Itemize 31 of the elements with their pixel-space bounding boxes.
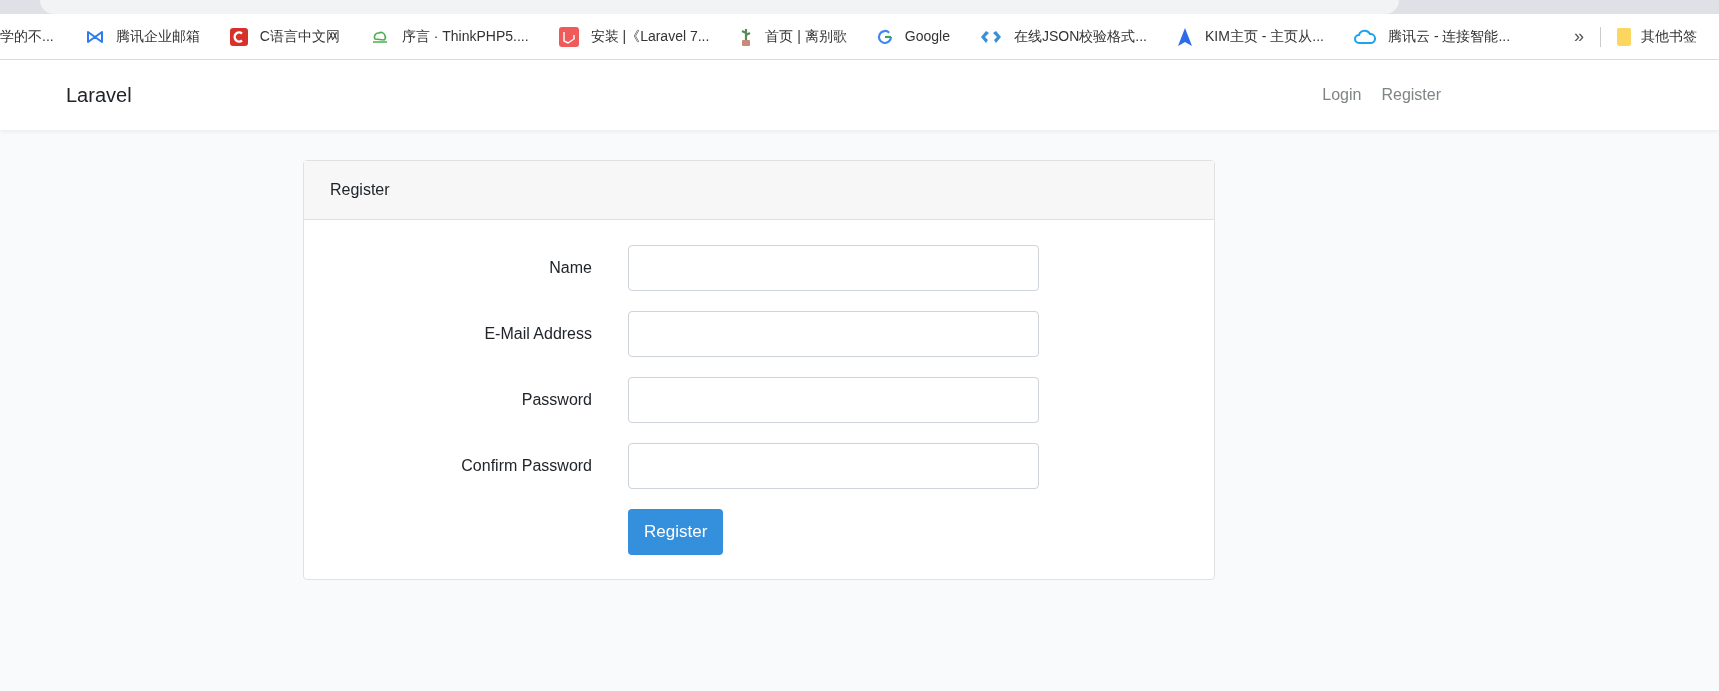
folder-icon [1617, 27, 1631, 46]
bookmark[interactable]: 首页 | 离别歌 [731, 21, 855, 52]
cloud-icon [1354, 28, 1376, 45]
bookmark[interactable]: 序言 · ThinkPHP5.... [361, 21, 537, 52]
more-bookmarks-button[interactable]: » [1568, 23, 1590, 50]
field-label: Confirm Password [460, 456, 592, 476]
bookmark[interactable]: 腾讯云 - 连接智能... [1346, 21, 1519, 52]
bookmark[interactable]: KIM主页 - 主页从... [1169, 21, 1332, 52]
brand-link[interactable]: Laravel [66, 80, 132, 110]
input-field[interactable] [628, 311, 1039, 357]
bookmark[interactable]: C语言中文网 [221, 21, 348, 52]
bookmark[interactable]: 学的不... [0, 21, 78, 52]
bookmark[interactable]: Google [868, 21, 958, 52]
bookmark[interactable]: 腾讯企业邮箱 [77, 21, 208, 52]
bookmark[interactable]: 在线JSON校验格式... [972, 21, 1155, 52]
address-bar[interactable] [40, 0, 1399, 14]
bookmark[interactable]: 安装 |《Laravel 7... [550, 21, 718, 52]
field-label: Password [520, 390, 592, 410]
field-label: E-Mail Address [483, 324, 592, 344]
input-field[interactable] [628, 377, 1039, 423]
diamonds-icon [980, 29, 1002, 44]
arrowhead-icon [1177, 26, 1193, 47]
card-title: Register [330, 180, 390, 200]
input-field[interactable] [628, 245, 1039, 291]
nav-link[interactable]: Register [1381, 83, 1441, 107]
input-field[interactable] [628, 443, 1039, 489]
field-label: Name [548, 258, 592, 278]
bowtie-icon [85, 29, 104, 44]
nav-link[interactable]: Login [1322, 83, 1362, 107]
c-logo-icon [229, 27, 248, 46]
bookmark-folder[interactable]: 其他书签 [1611, 26, 1703, 47]
